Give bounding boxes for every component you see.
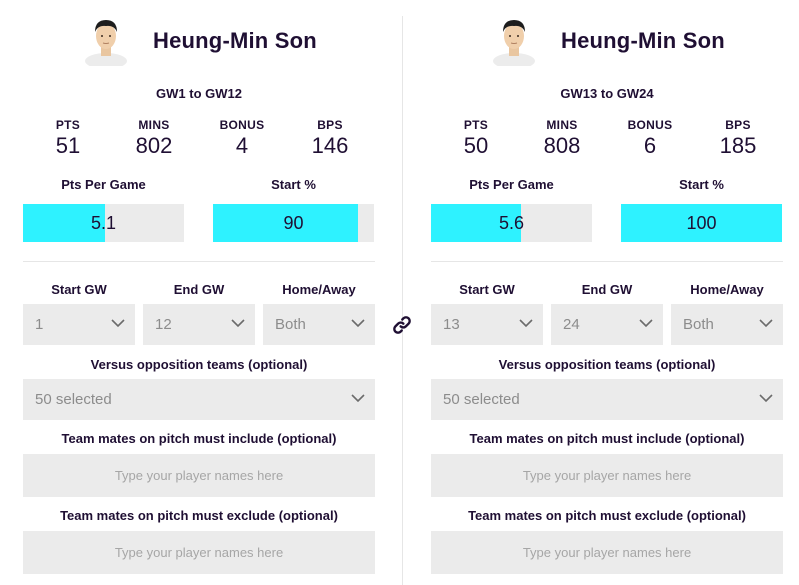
opposition-label: Versus opposition teams (optional) [90,357,308,372]
bar-value: 5.1 [90,212,117,233]
gameweek-range: GW13 to GW24 [560,86,654,101]
stat-label: BONUS [627,118,673,132]
home-away-label: Home/Away [282,282,356,297]
stat-label: MINS [138,118,170,132]
player-name: Heung-Min Son [561,28,725,53]
home-away-select[interactable]: Both [671,304,783,345]
chevron-down-icon [639,319,653,328]
stat-pts: PTS 50 [431,118,521,159]
stat-bps: BPS 185 [693,118,783,159]
chevron-down-icon [111,319,125,328]
bar-value: 5.6 [498,212,525,233]
section-divider [431,261,783,262]
stat-bps: BPS 146 [285,118,375,159]
bar-value: 90 [283,212,304,233]
exclude-players-input[interactable]: Type your player names here [431,531,783,574]
select-value: 50 selected [443,391,520,408]
stat-label: MINS [546,118,578,132]
comparison-panel-left: Heung-Min Son GW1 to GW12 PTS 51 MINS 80… [23,0,375,585]
stat-value: 51 [55,133,81,158]
panel-divider [402,16,403,585]
bar-value: 100 [686,212,717,233]
select-value: 12 [155,316,172,333]
chevron-down-icon [759,319,773,328]
comparison-panel-right: Heung-Min Son GW13 to GW24 PTS 50 MINS 8… [431,0,783,585]
chevron-down-icon [519,319,533,328]
include-label: Team mates on pitch must include (option… [61,431,337,446]
link-icon[interactable] [391,314,413,336]
stat-value: 50 [463,133,489,158]
stat-value: 4 [235,133,249,158]
chevron-down-icon [759,394,773,403]
opposition-label: Versus opposition teams (optional) [498,357,716,372]
chevron-down-icon [231,319,245,328]
stat-value: 146 [311,133,349,158]
include-players-input[interactable]: Type your player names here [431,454,783,497]
stat-value: 6 [643,133,657,158]
section-divider [23,261,375,262]
pts-per-game-bar: 5.6 [431,204,592,242]
include-label: Team mates on pitch must include (option… [469,431,745,446]
end-gw-select[interactable]: 12 [143,304,255,345]
gameweek-range: GW1 to GW12 [156,86,242,101]
select-value: 24 [563,316,580,333]
select-value: Both [275,316,306,333]
stat-label: PTS [55,118,81,132]
stat-bonus: BONUS 4 [197,118,287,159]
player-avatar [493,20,535,66]
stats-row: PTS 50 MINS 808 BONUS 6 BPS 185 [431,118,783,158]
stat-value: 185 [719,133,757,158]
stat-value: 808 [543,133,581,158]
stat-value: 802 [135,133,173,158]
end-gw-label: End GW [581,282,633,297]
exclude-label: Team mates on pitch must exclude (option… [468,508,746,523]
opposition-select[interactable]: 50 selected [431,379,783,420]
home-away-select[interactable]: Both [263,304,375,345]
start-pct-bar: 100 [621,204,782,242]
stat-label: BPS [725,118,751,132]
player-header: Heung-Min Son [431,14,783,70]
end-gw-select[interactable]: 24 [551,304,663,345]
stat-bonus: BONUS 6 [605,118,695,159]
player-avatar [85,20,127,66]
start-pct-bar: 90 [213,204,374,242]
select-value: 1 [35,316,44,333]
opposition-select[interactable]: 50 selected [23,379,375,420]
player-header: Heung-Min Son [23,14,375,70]
end-gw-label: End GW [173,282,225,297]
select-value: Both [683,316,714,333]
start-pct-label: Start % [679,177,724,192]
exclude-label: Team mates on pitch must exclude (option… [60,508,338,523]
stat-mins: MINS 802 [109,118,199,159]
start-gw-label: Start GW [459,282,515,297]
stat-mins: MINS 808 [517,118,607,159]
include-players-input[interactable]: Type your player names here [23,454,375,497]
home-away-label: Home/Away [690,282,764,297]
start-pct-label: Start % [271,177,316,192]
select-value: 50 selected [35,391,112,408]
stat-pts: PTS 51 [23,118,113,159]
pts-per-game-bar: 5.1 [23,204,184,242]
stat-label: PTS [463,118,489,132]
chevron-down-icon [351,394,365,403]
pts-per-game-label: Pts Per Game [469,177,554,192]
stats-row: PTS 51 MINS 802 BONUS 4 BPS 146 [23,118,375,158]
stat-label: BONUS [219,118,265,132]
player-name: Heung-Min Son [153,28,317,53]
chevron-down-icon [351,319,365,328]
stat-label: BPS [317,118,343,132]
start-gw-label: Start GW [51,282,107,297]
start-gw-select[interactable]: 1 [23,304,135,345]
select-value: 13 [443,316,460,333]
exclude-players-input[interactable]: Type your player names here [23,531,375,574]
pts-per-game-label: Pts Per Game [61,177,146,192]
start-gw-select[interactable]: 13 [431,304,543,345]
